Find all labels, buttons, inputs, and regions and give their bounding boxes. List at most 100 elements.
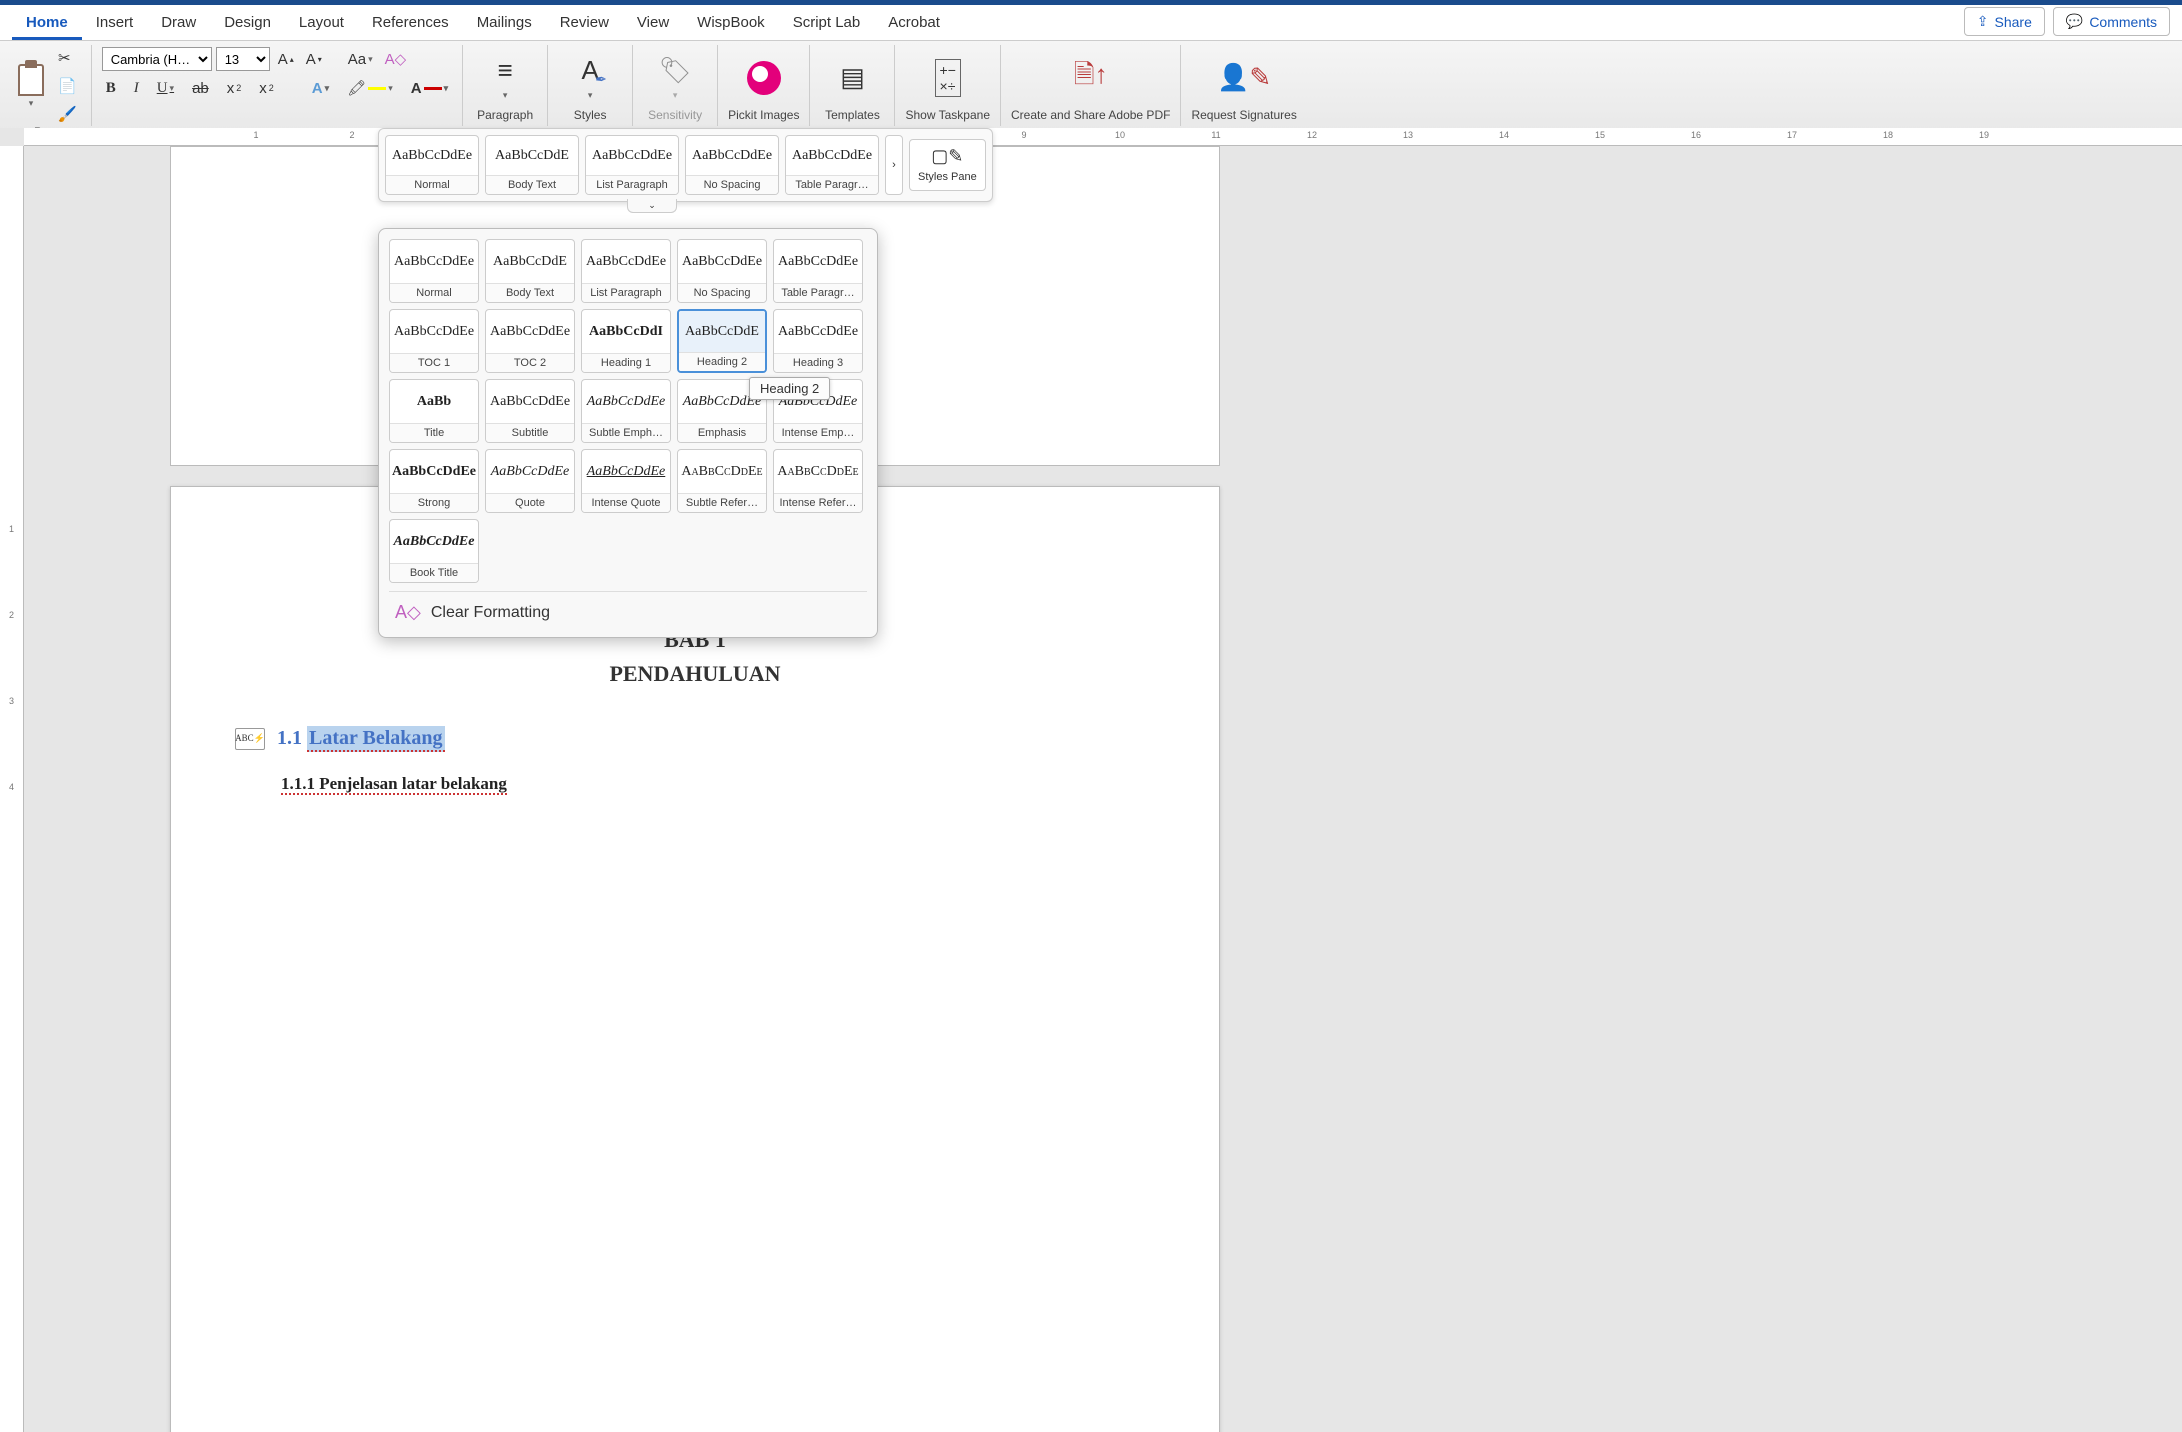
clear-format-icon[interactable]: A◇ bbox=[381, 48, 411, 70]
pickit-button[interactable] bbox=[732, 57, 796, 99]
style-tile-list-paragraph[interactable]: AaBbCcDdEeList Paragraph bbox=[581, 239, 671, 303]
tab-mailings[interactable]: Mailings bbox=[463, 6, 546, 40]
style-tile-body-text[interactable]: AaBbCcDdEBody Text bbox=[485, 135, 579, 195]
paragraph-label: Paragraph bbox=[477, 108, 533, 124]
tab-wispbook[interactable]: WispBook bbox=[683, 6, 779, 40]
ruler-mark: 9 bbox=[1000, 130, 1048, 140]
tab-home[interactable]: Home bbox=[12, 6, 82, 40]
style-name: No Spacing bbox=[686, 175, 778, 194]
style-tile-table-paragr-[interactable]: AaBbCcDdEeTable Paragr… bbox=[785, 135, 879, 195]
underline-button[interactable]: U ▾ bbox=[153, 78, 178, 99]
tab-view[interactable]: View bbox=[623, 6, 683, 40]
autocorrect-indicator[interactable]: ABC⚡ bbox=[235, 728, 265, 750]
style-tile-toc-1[interactable]: AaBbCcDdEeTOC 1 bbox=[389, 309, 479, 373]
ruler-mark: 2 bbox=[328, 130, 376, 140]
adobe-label: Create and Share Adobe PDF bbox=[1011, 108, 1170, 124]
styles-pane-label: Styles Pane bbox=[918, 171, 977, 184]
styles-button[interactable]: A✒ ▾ bbox=[558, 51, 622, 105]
grow-font-icon[interactable]: A▴ bbox=[274, 49, 298, 70]
tab-review[interactable]: Review bbox=[546, 6, 623, 40]
style-tile-table-paragr-[interactable]: AaBbCcDdEeTable Paragr… bbox=[773, 239, 863, 303]
doc-heading-2[interactable]: 1.1 Latar Belakang bbox=[277, 727, 445, 750]
style-name: Strong bbox=[390, 493, 478, 512]
style-name: Quote bbox=[486, 493, 574, 512]
strikethrough-button[interactable]: ab bbox=[188, 78, 213, 99]
style-tile-normal[interactable]: AaBbCcDdEeNormal bbox=[385, 135, 479, 195]
style-tile-no-spacing[interactable]: AaBbCcDdEeNo Spacing bbox=[685, 135, 779, 195]
share-button[interactable]: ⇪ Share bbox=[1964, 7, 2045, 36]
styles-label: Styles bbox=[574, 108, 607, 124]
style-name: Body Text bbox=[486, 283, 574, 302]
style-preview: AaBbCcDdI bbox=[582, 310, 670, 353]
style-tile-subtle-refer-[interactable]: AaBbCcDdEeSubtle Refer… bbox=[677, 449, 767, 513]
style-preview: AaBbCcDdEe bbox=[686, 136, 778, 175]
style-tooltip: Heading 2 bbox=[749, 377, 830, 400]
style-tile-toc-2[interactable]: AaBbCcDdEeTOC 2 bbox=[485, 309, 575, 373]
paste-button[interactable]: ▾ bbox=[18, 64, 44, 109]
italic-button[interactable]: I bbox=[130, 78, 143, 99]
tab-insert[interactable]: Insert bbox=[82, 6, 148, 40]
tab-layout[interactable]: Layout bbox=[285, 6, 358, 40]
doc-heading-3[interactable]: 1.1.1 Penjelasan latar belakang bbox=[281, 774, 1109, 794]
style-tile-body-text[interactable]: AaBbCcDdEBody Text bbox=[485, 239, 575, 303]
cut-icon[interactable]: ✂︎ bbox=[54, 47, 81, 69]
templates-button[interactable]: ▤ bbox=[820, 58, 884, 97]
subscript-button[interactable]: x2 bbox=[223, 78, 246, 99]
paragraph-button[interactable]: ≡ ▾ bbox=[473, 51, 537, 105]
style-tile-intense-refer-[interactable]: AaBbCcDdEeIntense Refer… bbox=[773, 449, 863, 513]
styles-quick-gallery: AaBbCcDdEeNormalAaBbCcDdEBody TextAaBbCc… bbox=[378, 128, 993, 202]
change-case-icon[interactable]: Aa ▾ bbox=[344, 49, 377, 70]
style-tile-title[interactable]: AaBbTitle bbox=[389, 379, 479, 443]
tab-references[interactable]: References bbox=[358, 6, 463, 40]
clear-formatting-button[interactable]: A◇ Clear Formatting bbox=[389, 591, 867, 627]
h2-number: 1.1 bbox=[277, 727, 302, 749]
ribbon-tabs: HomeInsertDrawDesignLayoutReferencesMail… bbox=[0, 5, 2182, 41]
highlight-button[interactable]: 🖍▾ bbox=[343, 77, 397, 99]
superscript-button[interactable]: x2 bbox=[255, 78, 278, 99]
style-tile-subtitle[interactable]: AaBbCcDdEeSubtitle bbox=[485, 379, 575, 443]
adobe-pdf-button[interactable]: 🗎↑ bbox=[1059, 52, 1123, 104]
font-size-select[interactable]: 13 bbox=[216, 47, 270, 71]
font-color-button[interactable]: A▾ bbox=[407, 78, 452, 99]
signatures-button[interactable]: 👤✎ bbox=[1209, 58, 1279, 97]
taskpane-button[interactable]: +−×÷ bbox=[916, 55, 980, 101]
style-tile-normal[interactable]: AaBbCcDdEeNormal bbox=[389, 239, 479, 303]
tab-acrobat[interactable]: Acrobat bbox=[874, 6, 954, 40]
style-tile-book-title[interactable]: AaBbCcDdEeBook Title bbox=[389, 519, 479, 583]
shrink-font-icon[interactable]: A▾ bbox=[302, 49, 326, 70]
style-tile-no-spacing[interactable]: AaBbCcDdEeNo Spacing bbox=[677, 239, 767, 303]
format-painter-icon[interactable]: 🖌️ bbox=[54, 103, 81, 125]
style-tile-heading-3[interactable]: AaBbCcDdEeHeading 3 bbox=[773, 309, 863, 373]
vertical-ruler[interactable]: 1234 bbox=[0, 146, 24, 1432]
style-tile-list-paragraph[interactable]: AaBbCcDdEeList Paragraph bbox=[585, 135, 679, 195]
tab-script-lab[interactable]: Script Lab bbox=[779, 6, 875, 40]
horizontal-ruler[interactable]: 12345678910111213141516171819 bbox=[24, 128, 2182, 146]
style-tile-heading-2[interactable]: AaBbCcDdEHeading 2 bbox=[677, 309, 767, 373]
font-name-select[interactable]: Cambria (H… bbox=[102, 47, 212, 71]
styles-more-arrow[interactable]: › bbox=[885, 135, 903, 195]
style-tile-quote[interactable]: AaBbCcDdEeQuote bbox=[485, 449, 575, 513]
styles-expand-toggle[interactable]: ⌄ bbox=[627, 199, 677, 213]
style-name: Table Paragr… bbox=[786, 175, 878, 194]
ruler-mark: 10 bbox=[1096, 130, 1144, 140]
style-name: Normal bbox=[390, 283, 478, 302]
style-tile-intense-quote[interactable]: AaBbCcDdEeIntense Quote bbox=[581, 449, 671, 513]
style-tile-strong[interactable]: AaBbCcDdEeStrong bbox=[389, 449, 479, 513]
ruler-mark: 16 bbox=[1672, 130, 1720, 140]
tab-design[interactable]: Design bbox=[210, 6, 285, 40]
text-effects-button[interactable]: A ▾ bbox=[308, 78, 333, 99]
paragraph-icon: ≡ bbox=[498, 55, 513, 86]
bold-button[interactable]: B bbox=[102, 78, 120, 99]
ruler-mark: 11 bbox=[1192, 130, 1240, 140]
style-name: Normal bbox=[386, 175, 478, 194]
group-styles: A✒ ▾ Styles bbox=[548, 45, 633, 126]
styles-pane-button[interactable]: ▢✎ Styles Pane bbox=[909, 139, 986, 191]
clear-formatting-icon: A◇ bbox=[395, 602, 421, 623]
tab-draw[interactable]: Draw bbox=[147, 6, 210, 40]
style-tile-subtle-emph-[interactable]: AaBbCcDdEeSubtle Emph… bbox=[581, 379, 671, 443]
style-preview: AaBbCcDdEe bbox=[386, 136, 478, 175]
style-tile-heading-1[interactable]: AaBbCcDdIHeading 1 bbox=[581, 309, 671, 373]
style-name: Body Text bbox=[486, 175, 578, 194]
comments-button[interactable]: 💬 Comments bbox=[2053, 7, 2170, 36]
copy-icon[interactable]: 📄 bbox=[54, 75, 81, 97]
